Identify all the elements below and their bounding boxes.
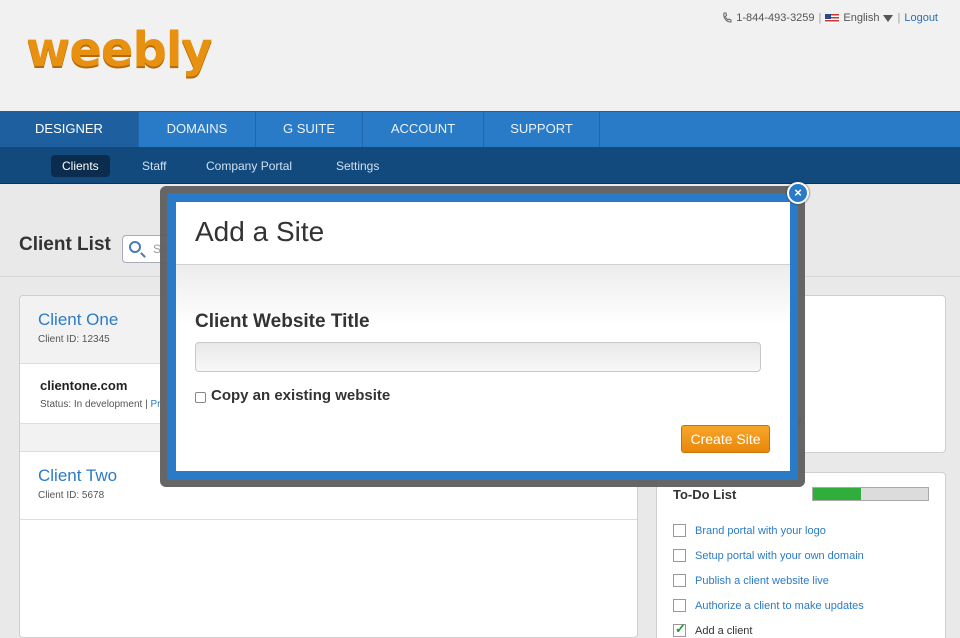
website-title-label: Client Website Title (195, 311, 370, 332)
add-site-modal: Add a Site Client Website Title Copy an … (176, 202, 790, 471)
modal-title: Add a Site (195, 216, 325, 247)
copy-existing-label[interactable]: Copy an existing website (211, 387, 390, 404)
copy-existing-row[interactable]: Copy an existing website (195, 387, 390, 404)
close-icon[interactable]: × (787, 182, 809, 204)
create-site-button[interactable]: Create Site (681, 425, 770, 453)
modal-body: Client Website Title Copy an existing we… (176, 265, 790, 471)
website-title-input[interactable] (195, 342, 761, 372)
copy-existing-checkbox[interactable] (195, 392, 206, 403)
